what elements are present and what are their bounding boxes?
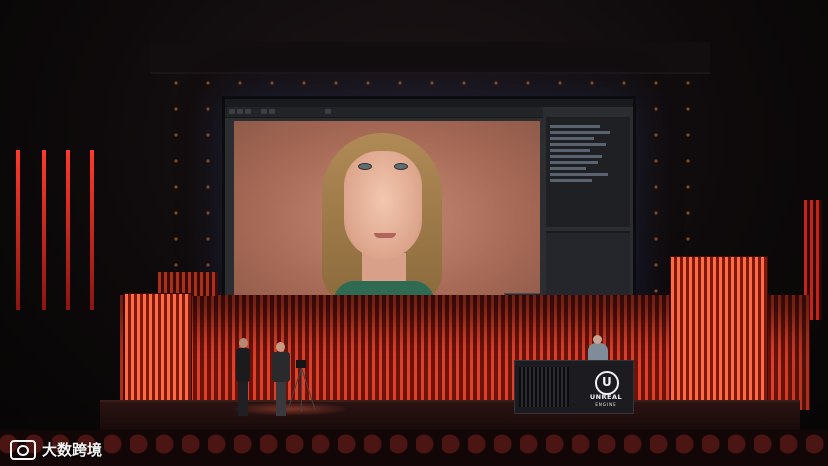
watermark-logo-icon <box>10 439 36 460</box>
character-face <box>344 151 422 259</box>
presenter-at-podium <box>588 335 608 361</box>
toolbar-icon <box>245 109 251 114</box>
outliner-row <box>550 179 592 182</box>
outliner-row <box>550 143 606 146</box>
logo-line-1: UNREAL <box>589 393 623 401</box>
editor-viewport <box>234 121 540 297</box>
outliner-row <box>550 161 598 164</box>
person-legs <box>276 382 286 416</box>
light-bar <box>90 150 94 310</box>
toolbar-icon <box>261 109 267 114</box>
audience-heads <box>0 430 828 466</box>
person-legs <box>238 382 248 416</box>
toolbar-icon <box>325 109 331 114</box>
outliner-row <box>550 167 586 170</box>
light-bar <box>66 150 70 310</box>
tripod-leg <box>301 368 302 412</box>
red-slat-pillar-left <box>124 293 192 417</box>
person-head <box>239 338 248 348</box>
character-mouth <box>374 233 396 238</box>
person-head <box>276 342 285 352</box>
outliner-row <box>550 173 608 176</box>
outliner-row <box>550 155 602 158</box>
person-body <box>272 352 290 382</box>
unreal-logo-icon <box>595 371 619 395</box>
podium: UNREAL ENGINE <box>514 360 634 414</box>
toolbar-icon <box>269 109 275 114</box>
editor-toolbar <box>225 107 543 118</box>
editor-menu-bar <box>225 99 633 107</box>
left-light-rig <box>10 150 100 320</box>
light-bar <box>42 150 46 310</box>
watermark: 大数跨境 <box>10 439 102 460</box>
unreal-engine-logo-text: UNREAL ENGINE <box>581 394 631 408</box>
watermark-text: 大数跨境 <box>42 441 103 459</box>
keynote-stage: UNREAL ENGINE 大数跨境 <box>0 0 828 466</box>
logo-line-2: ENGINE <box>595 402 617 407</box>
person-body <box>236 348 250 382</box>
light-bar <box>16 150 20 310</box>
outliner-row <box>550 137 594 140</box>
podium-vent <box>519 367 569 407</box>
character-eye-right <box>394 163 408 170</box>
outliner-row <box>550 125 600 128</box>
toolbar-icon <box>237 109 243 114</box>
outliner-panel <box>546 117 630 227</box>
red-slat-pillar-right <box>670 256 768 422</box>
toolbar-icon <box>229 109 235 114</box>
character-eye-left <box>358 163 372 170</box>
presenter-standing <box>236 338 250 418</box>
camera-tripod <box>287 360 316 412</box>
outliner-row <box>550 131 610 134</box>
outliner-row <box>550 149 590 152</box>
camera-icon <box>296 360 306 368</box>
